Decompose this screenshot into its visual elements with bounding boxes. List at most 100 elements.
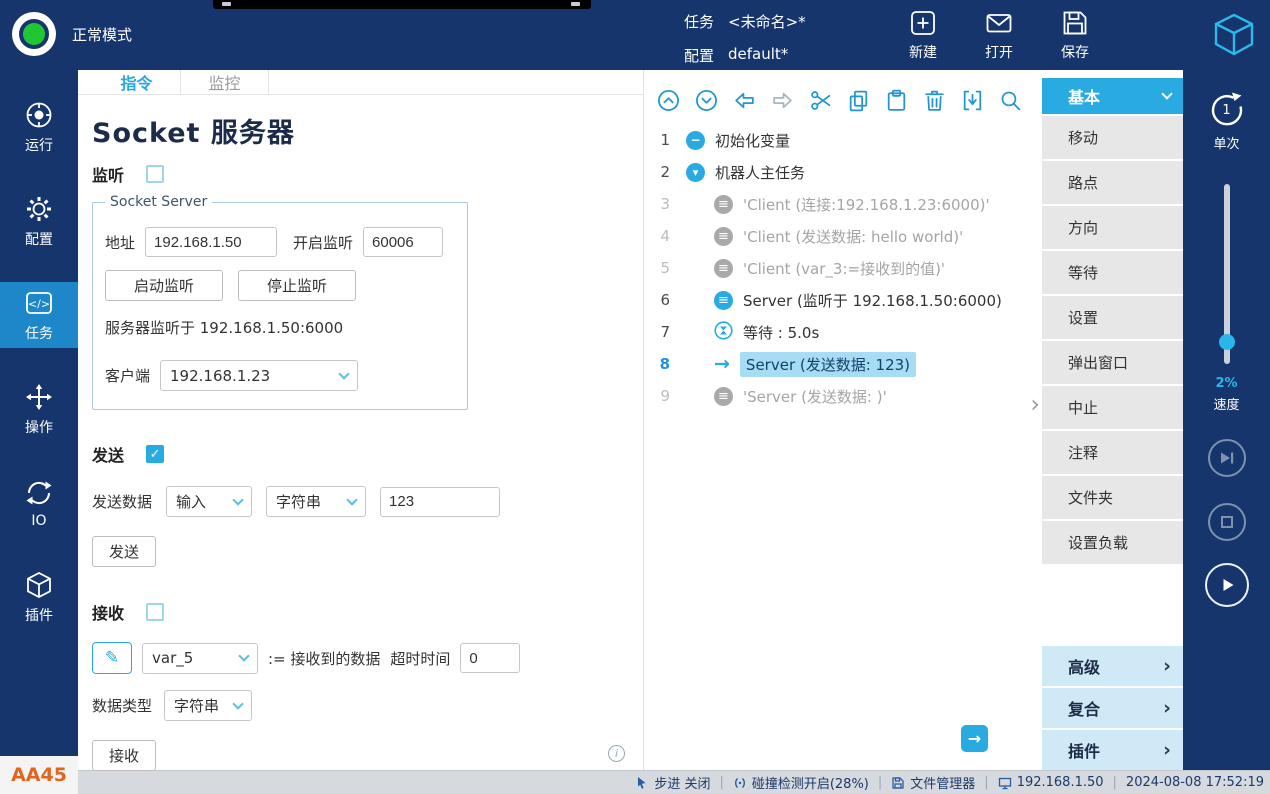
tree-line-selected[interactable]: 8 Server (发送数据: 123) (644, 348, 1042, 380)
tree-line[interactable]: 3 'Client (连接:192.168.1.23:6000)' (644, 188, 1042, 220)
chevron-right-icon (1163, 699, 1171, 718)
timeout-input[interactable] (460, 643, 520, 673)
open-file-icon (984, 8, 1014, 38)
receive-var-select[interactable]: var_5 (142, 643, 258, 674)
tree-line[interactable]: 9 'Server (发送数据: )' (644, 380, 1042, 412)
category-item-folder[interactable]: 文件夹 (1042, 476, 1183, 519)
sidebar-item-plugin[interactable]: 插件 (0, 564, 78, 630)
tree-line[interactable]: 7 等待 : 5.0s (644, 316, 1042, 348)
send-checkbox[interactable] (146, 445, 164, 463)
open-button[interactable]: 打开 (984, 8, 1014, 62)
listen-checkbox[interactable] (146, 165, 164, 183)
statusbar-robot-ip[interactable]: 192.168.1.50 (998, 775, 1104, 790)
task-info: 任务 <未命名>* 配置 default* (684, 11, 806, 79)
sidebar-item-config[interactable]: 配置 (0, 188, 78, 254)
slider-thumb[interactable] (1219, 334, 1235, 350)
delete-button[interactable] (922, 88, 947, 113)
category-item-set[interactable]: 设置 (1042, 296, 1183, 339)
category-item-direction[interactable]: 方向 (1042, 206, 1183, 249)
category-header-basic[interactable]: 基本 (1042, 78, 1183, 114)
tree-line[interactable]: 1 初始化变量 (644, 124, 1042, 156)
tree-line[interactable]: 5 'Client (var_3:=接收到的值)' (644, 252, 1042, 284)
skip-next-button[interactable] (1208, 439, 1246, 477)
program-tree: 1 初始化变量 2 机器人主任务 3 'Client (连接:19 (644, 124, 1042, 412)
undo-button[interactable] (732, 88, 757, 113)
step-next-button[interactable] (961, 725, 988, 752)
tree-line[interactable]: 2 机器人主任务 (644, 156, 1042, 188)
category-item-move[interactable]: 移动 (1042, 116, 1183, 159)
floppy-icon (891, 776, 905, 790)
mode-label: 正常模式 (72, 24, 132, 45)
tree-toolbar (644, 70, 1042, 124)
scissors-icon (808, 88, 833, 113)
new-file-icon (908, 8, 938, 38)
start-listen-button[interactable]: 启动监听 (105, 270, 223, 301)
socket-server-group: Socket Server 地址 开启监听 启动监听 停止监听 (92, 194, 468, 410)
category-item-popup[interactable]: 弹出窗口 (1042, 341, 1183, 384)
socket-server-legend: Socket Server (105, 194, 212, 210)
receive-type-select[interactable]: 字符串 (164, 690, 252, 721)
stop-icon (1219, 514, 1235, 530)
send-button[interactable]: 发送 (92, 536, 156, 567)
send-data-label: 发送数据 (92, 491, 152, 512)
port-label: 开启监听 (293, 232, 353, 253)
skip-next-icon (1218, 449, 1236, 467)
tab-instruction[interactable]: 指令 (93, 70, 181, 94)
collapse-all-button[interactable] (656, 88, 681, 113)
paste-button[interactable] (884, 88, 909, 113)
tab-monitor[interactable]: 监控 (181, 70, 269, 94)
speed-value: 2% (1215, 376, 1237, 391)
category-item-payload[interactable]: 设置负载 (1042, 521, 1183, 564)
chevron-down-icon (346, 494, 357, 505)
receive-button[interactable]: 接收 (92, 740, 156, 771)
chevron-right-icon (1163, 657, 1171, 676)
panel-expander-chevron[interactable] (1030, 392, 1040, 416)
category-group-composite[interactable]: 复合 (1042, 688, 1183, 728)
save-button[interactable]: 保存 (1060, 8, 1090, 62)
send-source-select[interactable]: 输入 (166, 486, 252, 517)
sidebar-item-task[interactable]: </> 任务 (0, 282, 78, 348)
single-run-button[interactable]: 1 单次 (1207, 90, 1247, 152)
statusbar-collision[interactable]: 碰撞检测开启(28%) (733, 773, 869, 792)
send-label: 发送 (92, 442, 124, 466)
category-group-plugin[interactable]: 插件 (1042, 730, 1183, 770)
instruction-category-panel: 基本 移动 路点 方向 等待 设置 弹出窗口 中止 注释 文件夹 设置负载 高级 (1042, 70, 1183, 770)
sidebar-item-io[interactable]: IO (0, 470, 78, 536)
wait-hourglass-icon (714, 321, 733, 344)
category-item-comment[interactable]: 注释 (1042, 431, 1183, 474)
port-input[interactable] (363, 227, 443, 257)
variable-edit-button[interactable] (92, 642, 132, 674)
client-select[interactable]: 192.168.1.23 (160, 360, 358, 391)
play-button[interactable] (1205, 563, 1249, 607)
search-button[interactable] (998, 88, 1023, 113)
receive-checkbox[interactable] (146, 603, 164, 621)
send-value-input[interactable] (380, 487, 500, 517)
category-item-waypoint[interactable]: 路点 (1042, 161, 1183, 204)
statusbar-step-toggle[interactable]: 步进 关闭 (635, 773, 710, 792)
statusbar-file-manager[interactable]: 文件管理器 (891, 773, 975, 792)
copy-button[interactable] (846, 88, 871, 113)
speed-slider[interactable] (1224, 184, 1230, 364)
chevron-down-circle-icon (694, 88, 719, 113)
info-icon[interactable] (608, 745, 625, 762)
redo-button[interactable] (770, 88, 795, 113)
status-indicator-icon (12, 12, 56, 56)
cut-button[interactable] (808, 88, 833, 113)
category-item-abort[interactable]: 中止 (1042, 386, 1183, 429)
tree-line[interactable]: 6 Server (监听于 192.168.1.50:6000) (644, 284, 1042, 316)
sidebar-item-run[interactable]: 运行 (0, 94, 78, 160)
stop-listen-button[interactable]: 停止监听 (238, 270, 356, 301)
topbar-actions: 新建 打开 保存 (908, 8, 1090, 62)
category-item-wait[interactable]: 等待 (1042, 251, 1183, 294)
tree-line[interactable]: 4 'Client (发送数据: hello world)' (644, 220, 1042, 252)
sidebar-item-operate[interactable]: 操作 (0, 376, 78, 442)
run-control-sidebar: 1 单次 2% 速度 (1183, 70, 1270, 770)
category-group-advanced[interactable]: 高级 (1042, 646, 1183, 686)
send-type-select[interactable]: 字符串 (266, 486, 366, 517)
new-button[interactable]: 新建 (908, 8, 938, 62)
stop-button[interactable] (1208, 503, 1246, 541)
address-input[interactable] (145, 227, 277, 257)
expand-all-button[interactable] (694, 88, 719, 113)
insert-into-button[interactable] (960, 88, 985, 113)
run-icon (24, 100, 54, 130)
